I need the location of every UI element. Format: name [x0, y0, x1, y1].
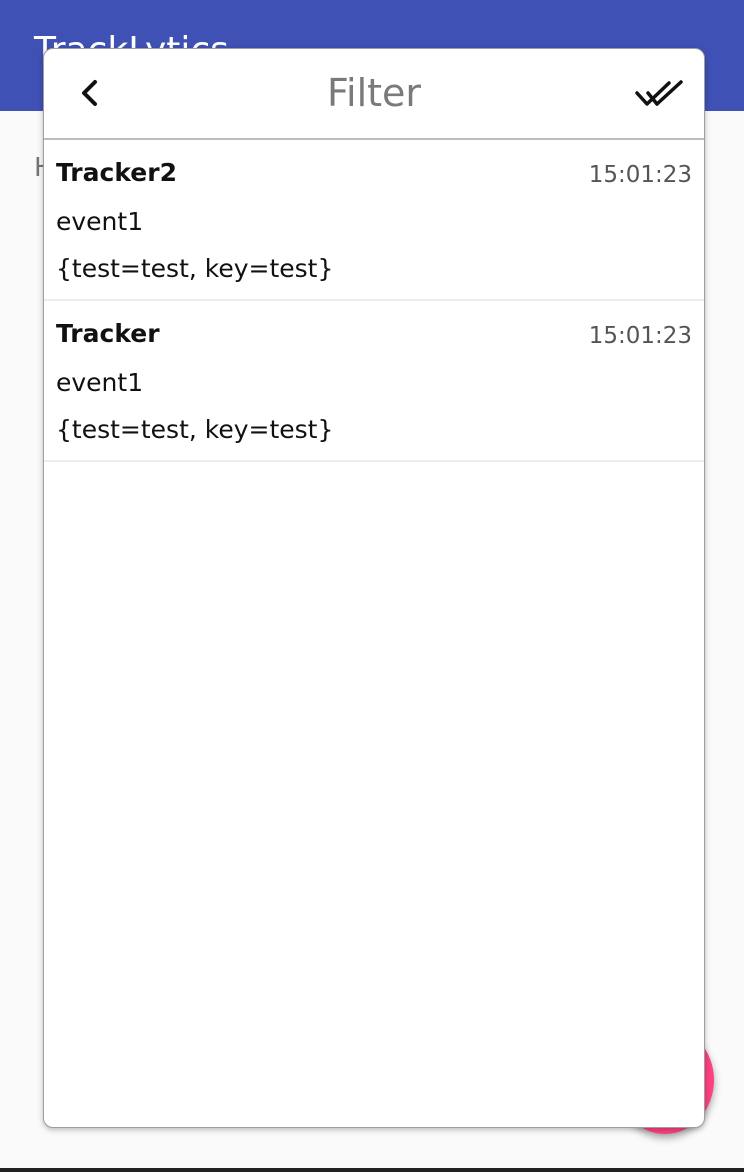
event-params: {test=test, key=test} — [56, 415, 334, 444]
dialog-header: Filter — [44, 49, 704, 140]
dialog-title: Filter — [326, 71, 422, 115]
filter-dialog: Filter Tracker2 15:01:23 event1 {test=te… — [43, 48, 705, 1128]
event-tracker-name: Tracker2 — [56, 158, 177, 187]
screen-bottom-edge — [0, 1168, 744, 1172]
event-timestamp: 15:01:23 — [588, 162, 692, 188]
double-check-icon — [635, 80, 683, 106]
event-name: event1 — [56, 207, 144, 236]
event-name: event1 — [56, 368, 144, 397]
confirm-button[interactable] — [632, 73, 688, 115]
event-params: {test=test, key=test} — [56, 254, 334, 283]
event-list-item[interactable]: Tracker 15:01:23 event1 {test=test, key=… — [44, 301, 704, 462]
event-list: Tracker2 15:01:23 event1 {test=test, key… — [44, 140, 704, 462]
event-timestamp: 15:01:23 — [588, 323, 692, 349]
event-tracker-name: Tracker — [56, 319, 160, 348]
event-list-item[interactable]: Tracker2 15:01:23 event1 {test=test, key… — [44, 140, 704, 301]
